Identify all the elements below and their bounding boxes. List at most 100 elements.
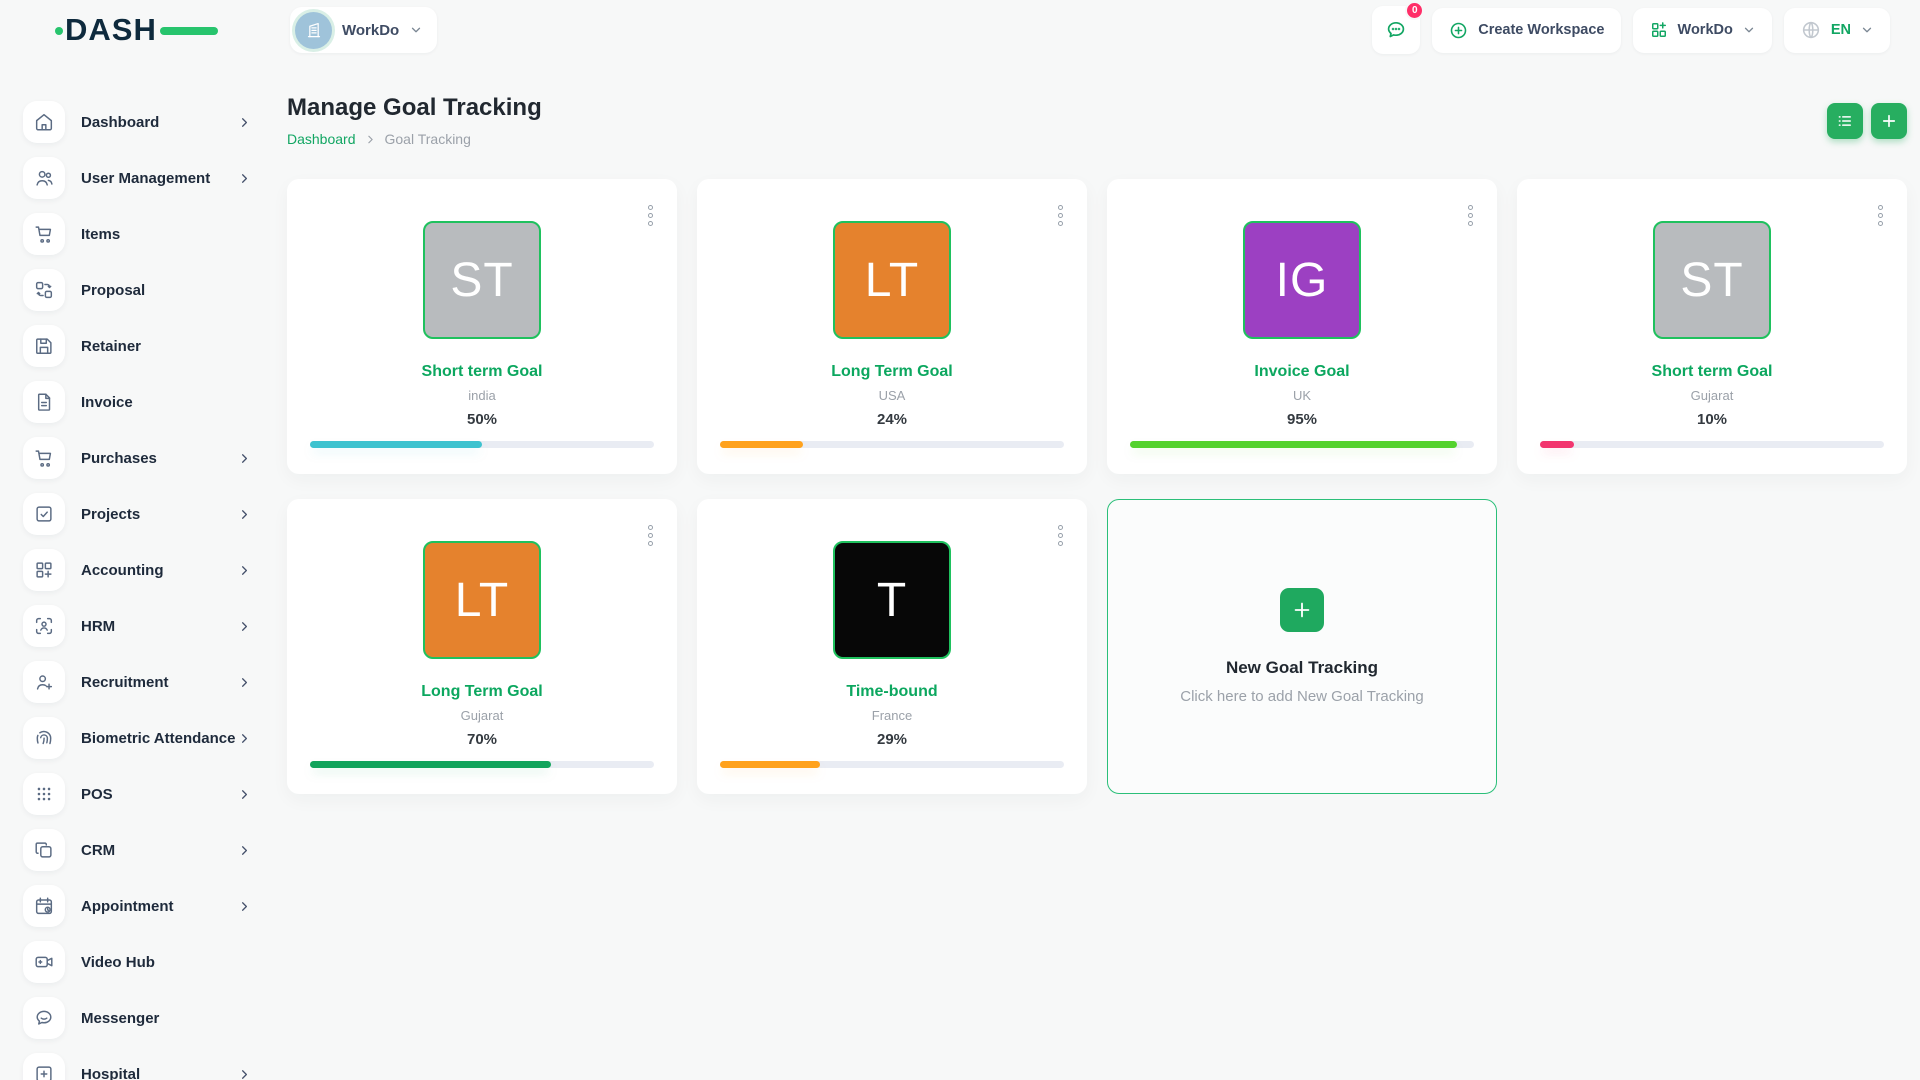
- logo-dash-icon: [160, 27, 218, 35]
- goal-avatar: ST: [423, 221, 541, 339]
- language-dropdown[interactable]: EN: [1784, 8, 1890, 53]
- sidebar-item-hospital[interactable]: Hospital: [23, 1046, 253, 1080]
- goal-percent: 70%: [310, 731, 654, 748]
- goal-progress-track: [310, 761, 654, 768]
- goal-card: TTime-boundFrance29%: [697, 499, 1087, 794]
- sidebar-item-proposal[interactable]: Proposal: [23, 262, 253, 318]
- sidebar-item-label: Messenger: [81, 1009, 253, 1028]
- plus-circle-icon: [1448, 20, 1469, 41]
- chat-icon: [1384, 18, 1408, 42]
- sidebar-item-purchases[interactable]: Purchases: [23, 430, 253, 486]
- workspace-switcher[interactable]: WorkDo: [290, 7, 437, 53]
- goal-title-link[interactable]: Short term Goal: [1540, 363, 1884, 381]
- goal-card: LTLong Term GoalUSA24%: [697, 179, 1087, 474]
- sidebar-item-biometric-attendance[interactable]: Biometric Attendance: [23, 710, 253, 766]
- create-workspace-label: Create Workspace: [1478, 22, 1604, 38]
- sidebar-item-label: Items: [81, 225, 253, 244]
- plus-square-icon: [23, 1053, 65, 1080]
- sidebar-item-label: Retainer: [81, 337, 253, 356]
- sidebar-item-label: CRM: [81, 841, 237, 860]
- goal-progress-fill: [720, 761, 820, 768]
- card-menu-button[interactable]: [1462, 199, 1479, 232]
- language-label: EN: [1831, 22, 1851, 38]
- top-header: DASH WorkDo 0 Create Workspace WorkDo: [0, 0, 1920, 60]
- goal-title-link[interactable]: Time-bound: [720, 683, 1064, 701]
- goal-progress-track: [1130, 441, 1474, 448]
- card-menu-button[interactable]: [1052, 519, 1069, 552]
- sidebar-item-items[interactable]: Items: [23, 206, 253, 262]
- plus-icon: [1880, 112, 1898, 130]
- chevron-right-icon: [237, 563, 253, 578]
- plus-icon: [1291, 599, 1313, 621]
- user-plus-icon: [23, 661, 65, 703]
- sidebar-item-label: Projects: [81, 505, 237, 524]
- chevron-right-icon: [237, 507, 253, 522]
- fingerprint-icon: [23, 717, 65, 759]
- breadcrumb-dashboard-link[interactable]: Dashboard: [287, 131, 356, 147]
- workspace-dropdown[interactable]: WorkDo: [1633, 8, 1772, 53]
- create-workspace-button[interactable]: Create Workspace: [1432, 8, 1620, 53]
- card-menu-button[interactable]: [1052, 199, 1069, 232]
- sidebar-item-appointment[interactable]: Appointment: [23, 878, 253, 934]
- goal-avatar: LT: [423, 541, 541, 659]
- goal-title-link[interactable]: Short term Goal: [310, 363, 654, 381]
- sidebar-item-recruitment[interactable]: Recruitment: [23, 654, 253, 710]
- chevron-right-icon: [237, 171, 253, 186]
- chat-bubble-icon: [23, 997, 65, 1039]
- goal-percent: 29%: [720, 731, 1064, 748]
- sidebar-item-pos[interactable]: POS: [23, 766, 253, 822]
- sidebar-item-hrm[interactable]: HRM: [23, 598, 253, 654]
- sidebar-item-invoice[interactable]: Invoice: [23, 374, 253, 430]
- chevron-down-icon: [1742, 23, 1756, 37]
- sidebar-item-crm[interactable]: CRM: [23, 822, 253, 878]
- sidebar-item-label: Biometric Attendance: [81, 729, 237, 748]
- grid-plus-icon: [23, 549, 65, 591]
- card-menu-button[interactable]: [642, 199, 659, 232]
- sidebar-item-label: Hospital: [81, 1065, 237, 1080]
- sidebar-item-label: Purchases: [81, 449, 237, 468]
- sidebar-item-label: Recruitment: [81, 673, 237, 692]
- goal-location: UK: [1130, 388, 1474, 403]
- chevron-right-icon: [237, 675, 253, 690]
- sidebar-item-accounting[interactable]: Accounting: [23, 542, 253, 598]
- goal-location: USA: [720, 388, 1064, 403]
- goal-title-link[interactable]: Long Term Goal: [310, 683, 654, 701]
- page-title: Manage Goal Tracking: [287, 94, 542, 122]
- add-goal-tile-button[interactable]: [1280, 588, 1324, 632]
- chevron-right-icon: [237, 787, 253, 802]
- sidebar-item-projects[interactable]: Projects: [23, 486, 253, 542]
- goal-avatar: T: [833, 541, 951, 659]
- list-view-button[interactable]: [1827, 103, 1863, 139]
- sidebar-item-user-management[interactable]: User Management: [23, 150, 253, 206]
- card-menu-button[interactable]: [642, 519, 659, 552]
- copy-icon: [23, 829, 65, 871]
- goal-title-link[interactable]: Invoice Goal: [1130, 363, 1474, 381]
- goal-percent: 50%: [310, 411, 654, 428]
- sidebar-item-messenger[interactable]: Messenger: [23, 990, 253, 1046]
- save-icon: [23, 325, 65, 367]
- cart-icon: [23, 437, 65, 479]
- chevron-down-icon: [409, 23, 423, 37]
- sidebar-item-dashboard[interactable]: Dashboard: [23, 94, 253, 150]
- sidebar-item-retainer[interactable]: Retainer: [23, 318, 253, 374]
- chevron-right-icon: [237, 451, 253, 466]
- sidebar-item-label: Video Hub: [81, 953, 253, 972]
- goal-progress-fill: [310, 441, 482, 448]
- check-square-icon: [23, 493, 65, 535]
- chevron-right-icon: [237, 115, 253, 130]
- chevron-right-icon: [237, 899, 253, 914]
- card-menu-button[interactable]: [1872, 199, 1889, 232]
- new-goal-tracking-card[interactable]: New Goal Tracking Click here to add New …: [1107, 499, 1497, 794]
- goal-location: india: [310, 388, 654, 403]
- app-logo[interactable]: DASH: [65, 12, 190, 48]
- sidebar-item-label: Dashboard: [81, 113, 237, 132]
- sidebar-item-video-hub[interactable]: Video Hub: [23, 934, 253, 990]
- goal-card-grid: ST Short term Goal india 50% LT Long Term Goa…: [287, 179, 1907, 794]
- chevron-right-icon: [237, 843, 253, 858]
- goal-progress-track: [720, 441, 1064, 448]
- add-goal-button[interactable]: [1871, 103, 1907, 139]
- goal-title-link[interactable]: Long Term Goal: [720, 363, 1064, 381]
- goal-progress-track: [310, 441, 654, 448]
- messages-button[interactable]: 0: [1372, 6, 1420, 54]
- goal-avatar: IG: [1243, 221, 1361, 339]
